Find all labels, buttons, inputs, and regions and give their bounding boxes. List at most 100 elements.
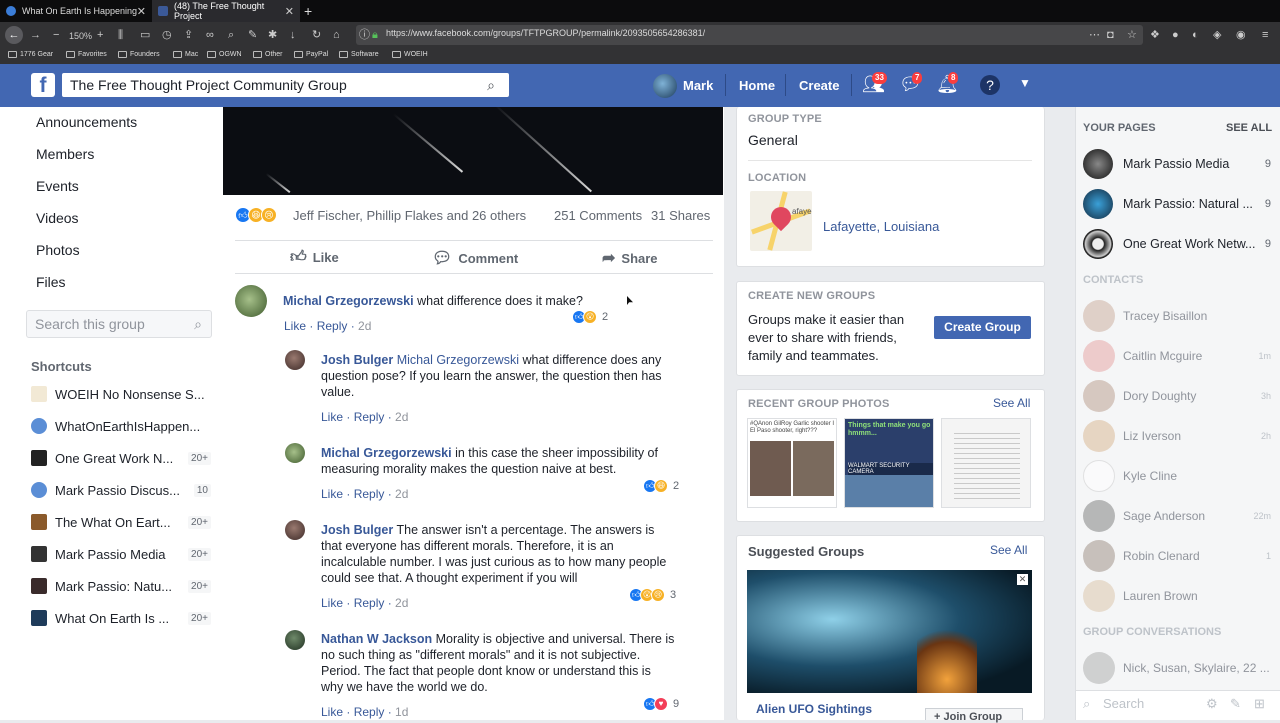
avatar[interactable] xyxy=(235,285,267,317)
join-group-button[interactable]: + Join Group xyxy=(925,708,1023,723)
commenter-name[interactable]: Michal Grzegorzewski xyxy=(283,294,414,308)
nav-item-files[interactable]: Files xyxy=(36,274,66,290)
suggested-group-cover[interactable]: ✕ xyxy=(747,570,1032,693)
close-icon[interactable]: ✕ xyxy=(285,5,294,18)
contact-item[interactable]: Lauren Brown xyxy=(1083,580,1271,612)
share-button[interactable]: ➦ Share xyxy=(602,248,658,268)
contact-item[interactable]: Sage Anderson 22m xyxy=(1083,500,1271,532)
browser-tab-1[interactable]: What On Earth Is Happening ✕ xyxy=(0,0,152,22)
map-thumbnail[interactable]: afaye xyxy=(750,191,812,251)
comment-reply-link[interactable]: Reply xyxy=(354,596,385,610)
comment-like-link[interactable]: Like xyxy=(321,705,343,719)
comment-reactions[interactable]: 👍︎ 😆︎ 2 xyxy=(643,479,679,493)
nav-item-photos[interactable]: Photos xyxy=(36,242,80,258)
see-all-pages-link[interactable]: SEE ALL xyxy=(1226,122,1272,134)
history-icon[interactable]: ◷ xyxy=(162,27,172,43)
bookmark-item[interactable]: PayPal xyxy=(294,51,328,58)
nav-item-events[interactable]: Events xyxy=(36,178,79,194)
zoom-in-icon[interactable]: + xyxy=(97,27,103,43)
comments-count[interactable]: 251 Comments xyxy=(554,208,642,223)
commenter-name[interactable]: Josh Bulger xyxy=(321,353,393,367)
shortcut-item[interactable]: WhatOnEarthIsHappen... xyxy=(31,417,211,435)
shortcut-item[interactable]: Mark Passio Discus... 10 xyxy=(31,481,211,499)
comment-reactions[interactable]: 👍︎ 😮︎ 😢︎ 3 xyxy=(629,588,676,602)
reload-icon[interactable]: ↻ xyxy=(312,27,321,43)
comment-reply-link[interactable]: Reply xyxy=(317,319,348,333)
comment-time[interactable]: 1d xyxy=(395,705,408,719)
nav-item-members[interactable]: Members xyxy=(36,146,94,162)
group-photo[interactable]: Things that make you go hmmm... WALMART … xyxy=(844,418,934,508)
facebook-logo-icon[interactable]: f xyxy=(31,73,55,97)
bookmark-item[interactable]: Software xyxy=(339,51,379,58)
shortcut-item[interactable]: WOEIH No Nonsense S... xyxy=(31,385,211,403)
comment-time[interactable]: 2d xyxy=(395,596,408,610)
download-icon[interactable]: ↓ xyxy=(290,27,296,43)
create-group-button[interactable]: Create Group xyxy=(934,316,1031,339)
comment-time[interactable]: 2d xyxy=(395,487,408,501)
bookmark-item[interactable]: Favorites xyxy=(66,51,107,58)
comment-reply-link[interactable]: Reply xyxy=(354,410,385,424)
commenter-name[interactable]: Nathan W Jackson xyxy=(321,632,432,646)
close-icon[interactable]: ✕ xyxy=(1017,574,1028,585)
page-item[interactable]: One Great Work Netw... 9 xyxy=(1083,229,1271,259)
gear-icon[interactable]: ⚙︎ xyxy=(1206,696,1218,712)
conversation-item[interactable]: Nick, Susan, Skylaire, 22 ... xyxy=(1083,652,1271,684)
contact-item[interactable]: Kyle Cline xyxy=(1083,460,1271,492)
see-all-suggested-link[interactable]: See All xyxy=(990,543,1027,557)
mention-link[interactable]: Michal Grzegorzewski xyxy=(397,353,519,367)
pocket-icon[interactable]: ◘ xyxy=(1107,27,1114,43)
see-all-photos-link[interactable]: See All xyxy=(993,396,1030,410)
info-icon[interactable]: ⓘ xyxy=(359,27,370,43)
comment-reply-link[interactable]: Reply xyxy=(354,487,385,501)
comment-reactions[interactable]: 👍︎ ♥ 9 xyxy=(643,697,679,711)
nav-item-announcements[interactable]: Announcements xyxy=(36,114,137,130)
page-item[interactable]: Mark Passio: Natural ... 9 xyxy=(1083,189,1271,219)
contact-item[interactable]: Caitlin Mcguire 1m xyxy=(1083,340,1271,372)
comment-reactions[interactable]: 👍︎ 😮︎ 2 xyxy=(572,310,608,324)
bookmark-item[interactable]: 1776 Gear xyxy=(8,51,53,58)
comment-like-link[interactable]: Like xyxy=(284,319,306,333)
nav-item-videos[interactable]: Videos xyxy=(36,210,79,226)
page-item[interactable]: Mark Passio Media 9 xyxy=(1083,149,1271,179)
comment-time[interactable]: 2d xyxy=(358,319,371,333)
shortcut-item[interactable]: What On Earth Is ... 20+ xyxy=(31,609,211,627)
comment-reply-link[interactable]: Reply xyxy=(354,705,385,719)
extension-icon[interactable]: ◐ xyxy=(1192,27,1199,43)
zoom-level[interactable]: 150% xyxy=(69,28,92,44)
post-video[interactable] xyxy=(223,107,723,195)
compose-icon[interactable]: ✎ xyxy=(1230,696,1241,712)
contact-item[interactable]: Dory Doughty 3h xyxy=(1083,380,1271,412)
extension-icon[interactable]: ● xyxy=(1172,27,1179,43)
location-link[interactable]: Lafayette, Louisiana xyxy=(823,219,939,234)
search-icon[interactable]: ⌕ xyxy=(1083,696,1090,712)
suggested-group-name[interactable]: Alien UFO Sightings xyxy=(756,702,872,716)
back-icon[interactable]: ← xyxy=(5,26,23,44)
tools-icon[interactable]: ✎ xyxy=(248,27,257,43)
close-icon[interactable]: ✕ xyxy=(137,5,146,18)
shortcut-item[interactable]: The What On Eart... 20+ xyxy=(31,513,211,531)
commenter-name[interactable]: Josh Bulger xyxy=(321,523,393,537)
library-icon[interactable]: ⫼ xyxy=(118,27,123,43)
bookmark-item[interactable]: Other xyxy=(253,51,283,58)
group-chat-icon[interactable]: ⊞ xyxy=(1254,696,1265,712)
home-icon[interactable]: ⌂ xyxy=(333,27,340,43)
chevron-down-icon[interactable]: ▼ xyxy=(1019,76,1031,90)
contact-item[interactable]: Tracey Bisaillon xyxy=(1083,300,1271,332)
shares-count[interactable]: 31 Shares xyxy=(651,208,710,223)
reaction-summary[interactable]: 👍︎ 😆︎ 😢︎ Jeff Fischer, Phillip Flakes an… xyxy=(235,207,713,225)
sidebar-icon[interactable]: ▭ xyxy=(140,27,150,43)
new-tab-icon[interactable]: + xyxy=(304,3,312,19)
group-search-input[interactable]: Search this group ⌕ xyxy=(26,310,212,338)
star-icon[interactable]: ☆ xyxy=(1127,27,1137,43)
bookmark-item[interactable]: Mac xyxy=(173,51,198,58)
comment-like-link[interactable]: Like xyxy=(321,487,343,501)
comment-button[interactable]: 💬︎ Comment xyxy=(432,248,518,268)
search-icon[interactable]: ⌕ xyxy=(228,27,234,43)
more-icon[interactable]: ⋯ xyxy=(1089,27,1100,43)
bookmark-item[interactable]: Founders xyxy=(118,51,160,58)
shortcut-item[interactable]: Mark Passio Media 20+ xyxy=(31,545,211,563)
search-input[interactable]: The Free Thought Project Community Group… xyxy=(62,73,509,97)
help-icon[interactable]: ? xyxy=(980,75,1000,95)
home-link[interactable]: Home xyxy=(739,78,775,93)
avatar[interactable] xyxy=(653,74,677,98)
